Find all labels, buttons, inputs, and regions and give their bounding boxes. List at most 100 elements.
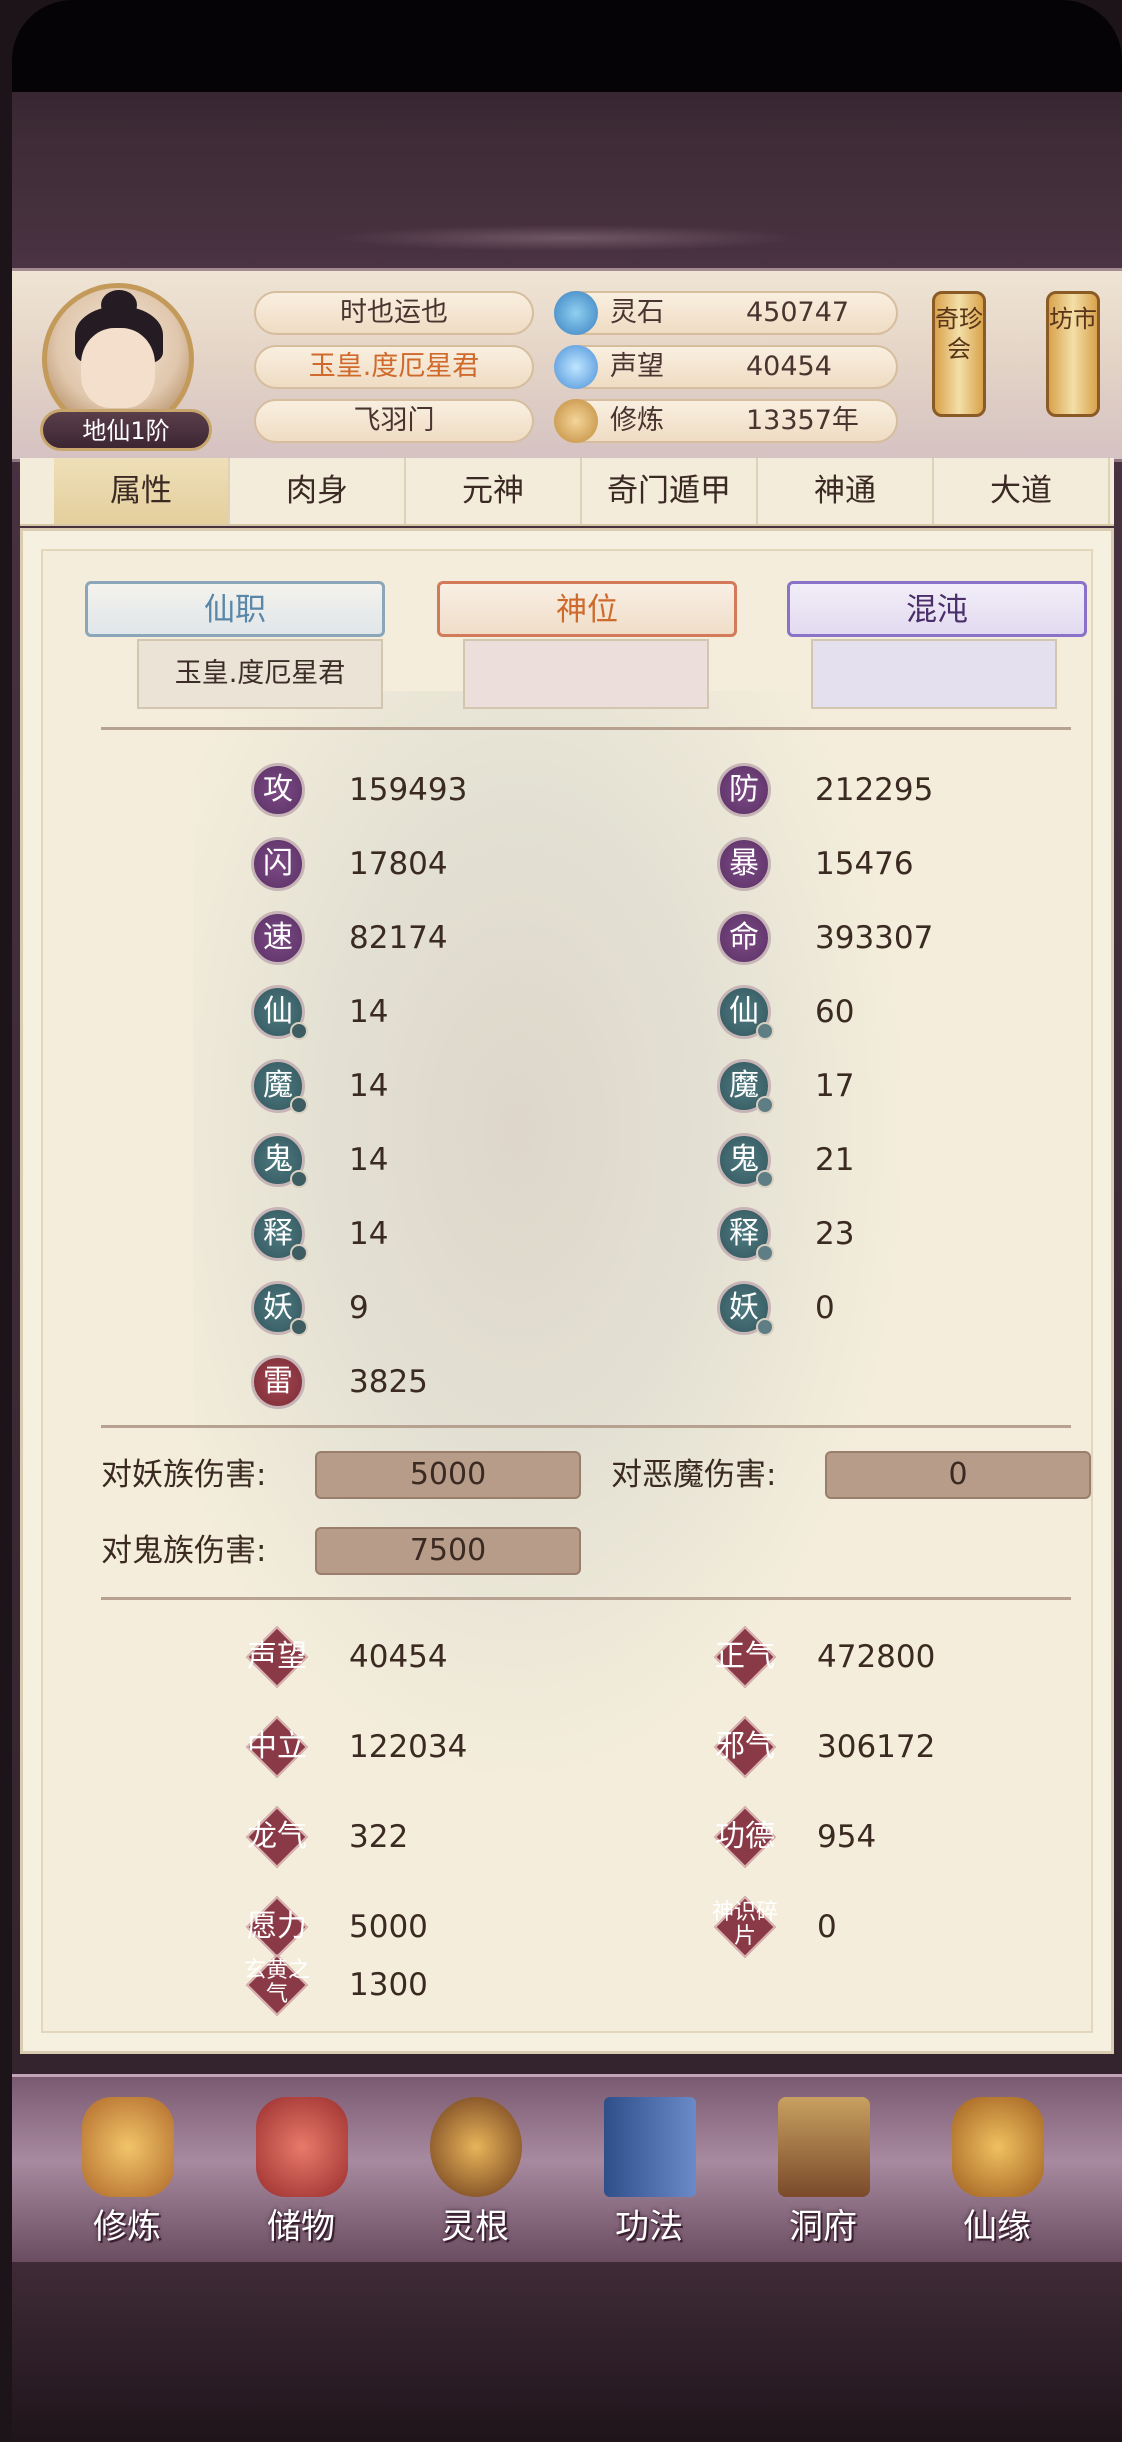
stat-value: 0 <box>815 1290 835 1326</box>
badge-char: 妖 <box>263 1290 293 1325</box>
attr-label: 正气 <box>715 1639 775 1674</box>
attr-value: 472800 <box>817 1639 936 1675</box>
nav-cultivate[interactable]: 修炼 <box>52 2097 202 2253</box>
attr-badge: 愿力 <box>243 1893 311 1961</box>
divider <box>101 727 1071 730</box>
avatar-face <box>81 328 155 408</box>
tab-bar: 属性 肉身 元神 奇门遁甲 神通 大道 <box>20 458 1114 526</box>
crit-badge: 暴 <box>717 837 771 891</box>
stat-value: 21 <box>815 1142 855 1178</box>
scripture-book-icon <box>604 2097 696 2197</box>
level-badge: 地仙1阶 <box>40 409 212 451</box>
divider <box>101 1425 1071 1428</box>
tab-body[interactable]: 肉身 <box>230 458 406 524</box>
bottom-navigation: 修炼 储物 灵根 功法 洞府 仙缘 <box>12 2074 1122 2266</box>
attr-label: 声望 <box>247 1639 307 1674</box>
shield-icon <box>756 1096 774 1114</box>
tab-dao[interactable]: 大道 <box>934 458 1110 524</box>
tab-spirit[interactable]: 元神 <box>406 458 582 524</box>
damage-value: 5000 <box>315 1451 581 1499</box>
hundun-sign[interactable]: 混沌 <box>787 581 1087 637</box>
immortal-badge: 仙 <box>251 985 308 1040</box>
player-title: 时也运也 <box>254 291 534 335</box>
reputation-icon <box>554 345 598 389</box>
badge-char: 魔 <box>729 1068 759 1103</box>
shield-icon <box>756 1022 774 1040</box>
xianzhi-sign[interactable]: 仙职 <box>85 581 385 637</box>
defense-badge: 防 <box>717 763 771 817</box>
attr-label: 中立 <box>247 1729 307 1764</box>
shenwei-value <box>463 639 709 709</box>
shield-icon <box>756 1244 774 1262</box>
resource-label: 灵石 <box>610 297 664 328</box>
badge-char: 仙 <box>729 994 759 1029</box>
hp-badge: 命 <box>717 911 771 965</box>
nav-fate[interactable]: 仙缘 <box>922 2097 1072 2253</box>
attr-value: 954 <box>817 1819 877 1855</box>
nav-label: 储物 <box>267 2207 335 2247</box>
stat-value: 14 <box>349 994 389 1030</box>
storage-bag-icon <box>256 2097 348 2197</box>
nav-spirit-root[interactable]: 灵根 <box>400 2097 550 2253</box>
tab-powers[interactable]: 神通 <box>758 458 934 524</box>
attr-badge: 声望 <box>243 1623 311 1691</box>
damage-value: 0 <box>825 1451 1091 1499</box>
nav-storage[interactable]: 储物 <box>226 2097 376 2253</box>
immortal-badge: 仙 <box>717 985 774 1040</box>
ghost-badge: 鬼 <box>717 1133 774 1188</box>
yao-badge: 妖 <box>717 1281 774 1336</box>
demon-badge: 魔 <box>251 1059 308 1114</box>
treasure-fair-button[interactable]: 奇珍会 <box>932 291 986 417</box>
stat-value: 159493 <box>349 772 468 808</box>
attributes-content: 仙职 玉皇.度厄星君 神位 混沌 攻 159493 闪 17804 速 8217… <box>41 549 1093 2033</box>
badge-char: 仙 <box>263 994 293 1029</box>
attr-label: 玄黄之气 <box>243 1958 310 2007</box>
attributes-panel: 仙职 玉皇.度厄星君 神位 混沌 攻 159493 闪 17804 速 8217… <box>20 528 1114 2054</box>
resource-value: 13357年 <box>746 405 859 436</box>
tab-qimen[interactable]: 奇门遁甲 <box>582 458 758 524</box>
badge-char: 魔 <box>263 1068 293 1103</box>
nav-cave[interactable]: 洞府 <box>748 2097 898 2253</box>
attr-value: 0 <box>817 1909 837 1945</box>
shield-icon <box>756 1318 774 1336</box>
stat-value: 17 <box>815 1068 855 1104</box>
attr-badge: 神识碎片 <box>711 1893 779 1961</box>
shenwei-sign[interactable]: 神位 <box>437 581 737 637</box>
badge-char: 释 <box>729 1216 759 1251</box>
attr-badge: 正气 <box>711 1623 779 1691</box>
attr-badge: 玄黄之气 <box>243 1951 311 2019</box>
stat-value: 393307 <box>815 920 934 956</box>
stat-value: 9 <box>349 1290 369 1326</box>
attr-label: 龙气 <box>247 1819 307 1854</box>
gourd-icon <box>952 2097 1044 2197</box>
tab-attributes[interactable]: 属性 <box>54 458 230 524</box>
resource-label: 声望 <box>610 351 664 382</box>
yao-badge: 妖 <box>251 1281 308 1336</box>
player-rank: 玉皇.度厄星君 <box>254 345 534 389</box>
info-icon <box>290 1170 308 1188</box>
status-bar-area <box>12 0 1122 92</box>
market-button[interactable]: 坊市 <box>1046 291 1100 417</box>
stat-value: 14 <box>349 1216 389 1252</box>
player-sect: 飞羽门 <box>254 399 534 443</box>
damage-value: 7500 <box>315 1527 581 1575</box>
buddha-badge: 释 <box>717 1207 774 1262</box>
avatar-hair-bun <box>101 290 137 320</box>
attr-label: 愿力 <box>247 1909 307 1944</box>
buddha-badge: 释 <box>251 1207 308 1262</box>
cave-residence-icon <box>778 2097 870 2197</box>
info-icon <box>290 1022 308 1040</box>
attr-badge: 中立 <box>243 1713 311 1781</box>
dodge-badge: 闪 <box>251 837 305 891</box>
badge-char: 妖 <box>729 1290 759 1325</box>
resource-cultivation: 修炼 13357年 <box>554 399 898 443</box>
resource-value: 450747 <box>746 297 850 328</box>
stat-value: 3825 <box>349 1364 428 1400</box>
nav-techniques[interactable]: 功法 <box>574 2097 724 2253</box>
resource-reputation: 声望 40454 <box>554 345 898 389</box>
demon-badge: 魔 <box>717 1059 774 1114</box>
nav-label: 功法 <box>615 2207 683 2247</box>
shield-icon <box>756 1170 774 1188</box>
resource-spirit-stone: 灵石 450747 <box>554 291 898 335</box>
divider <box>101 1597 1071 1600</box>
